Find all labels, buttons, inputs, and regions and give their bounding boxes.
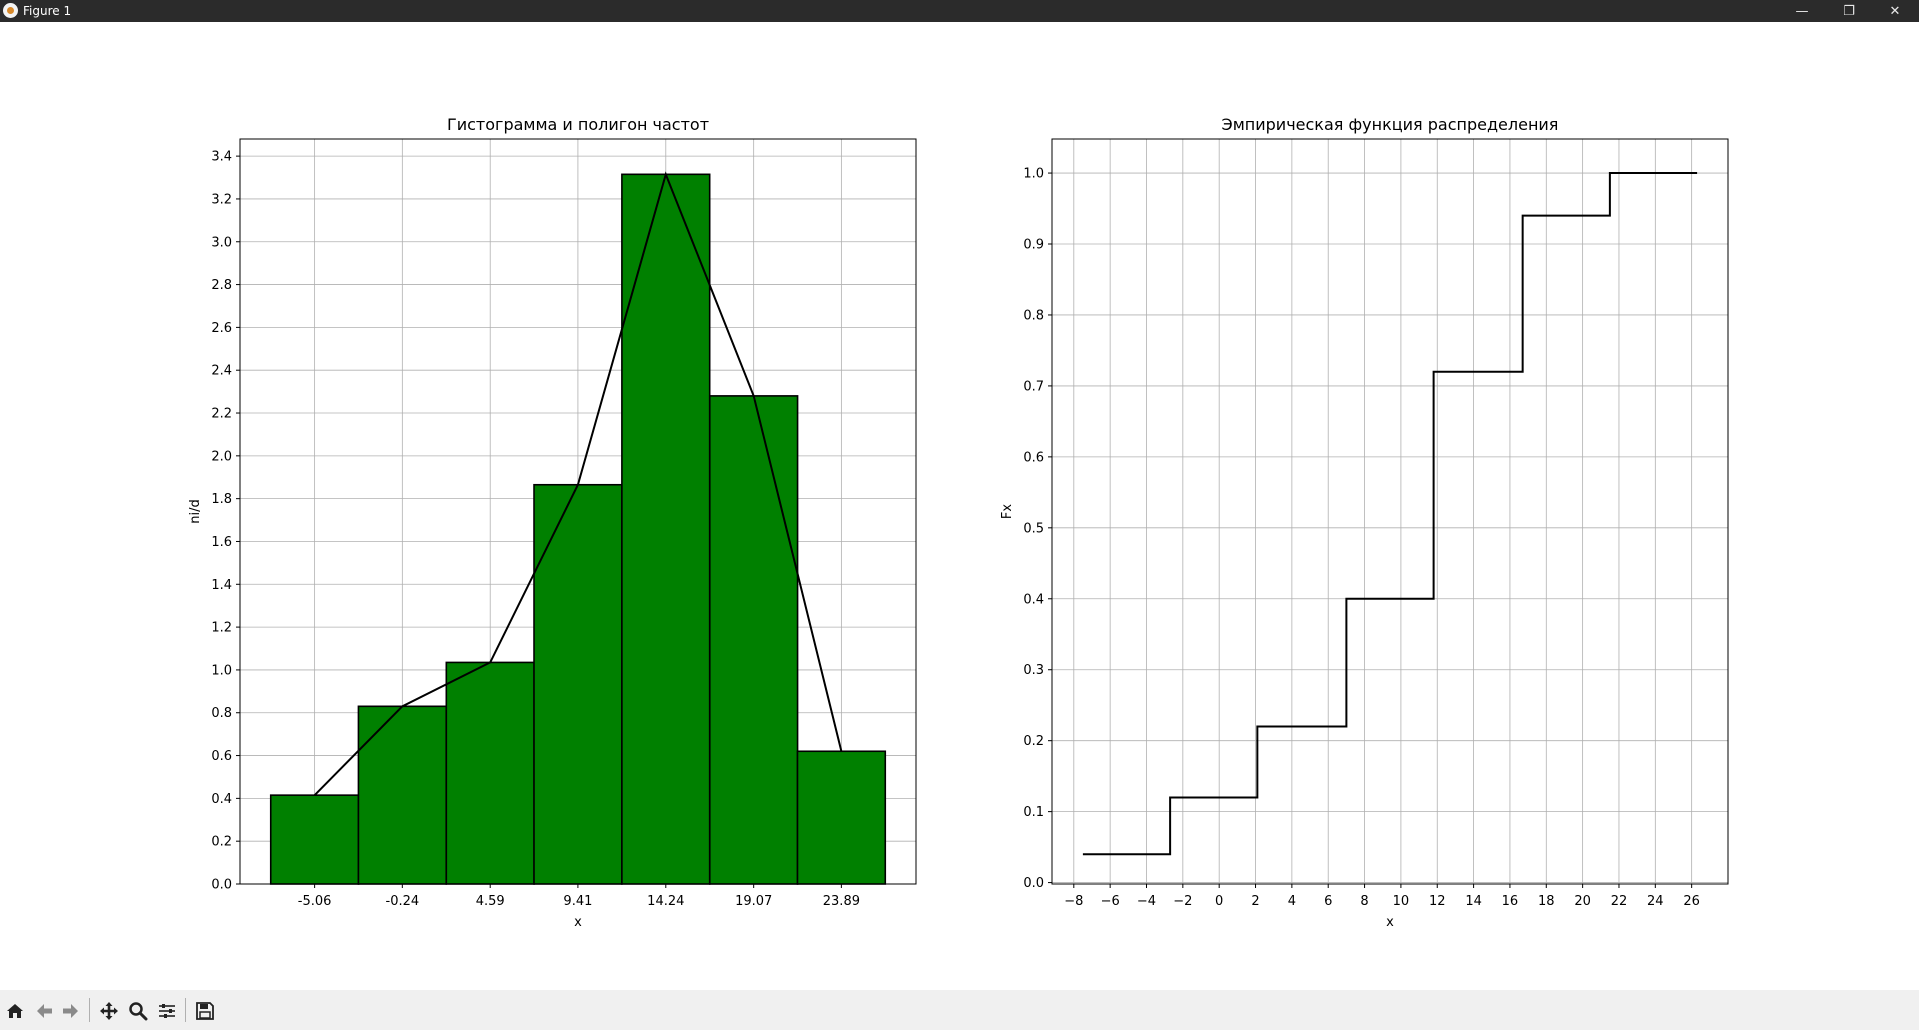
histogram-bar — [708, 395, 799, 885]
back-button[interactable] — [33, 1000, 55, 1022]
ecdf-x-tick-label: 0 — [1215, 894, 1223, 909]
hist-y-tick-label: 2.2 — [211, 407, 232, 422]
configure-subplots-button[interactable] — [156, 1000, 178, 1022]
ecdf-y-tick-label: 1.0 — [1023, 167, 1044, 182]
ecdf-x-tick-label: 14 — [1465, 894, 1482, 909]
hist-y-tick-label: 2.4 — [211, 364, 232, 379]
hist-y-tick-label: 1.6 — [211, 535, 232, 550]
hist-y-tick-label: 1.4 — [211, 578, 232, 593]
hist-y-tick-label: 2.0 — [211, 449, 232, 464]
ecdf-x-tick-label: −8 — [1064, 894, 1083, 909]
figure-canvas[interactable]: 0.0 0.2 0.4 0.6 0.8 1.0 1.2 1.4 1.6 1.8 2.0 2.2 2.4 2… — [0, 22, 1919, 990]
hist-x-tick-label: -5.06 — [298, 894, 332, 909]
histogram-bar — [796, 750, 887, 885]
ecdf-step-line — [1082, 172, 1698, 856]
ecdf-x-tick-label: −2 — [1173, 894, 1192, 909]
ecdf-x-tick-label: 18 — [1538, 894, 1555, 909]
hist-y-tick-label: 0.2 — [211, 835, 232, 850]
ecdf-x-axis-label: x — [1386, 915, 1394, 930]
histogram-bar — [269, 794, 360, 885]
hist-x-tick-label: 23.89 — [823, 894, 860, 909]
ecdf-x-tick-label: 22 — [1611, 894, 1628, 909]
ecdf-y-tick-label: 0.6 — [1023, 450, 1044, 465]
hist-title: Гистограмма и полигон частот — [447, 115, 709, 134]
ecdf-x-tick-label: 2 — [1251, 894, 1259, 909]
ecdf-y-tick-label: 0.5 — [1023, 521, 1044, 536]
hist-y-tick-label: 0.6 — [211, 749, 232, 764]
ecdf-y-tick-label: 0.2 — [1023, 734, 1044, 749]
hist-x-axis-label: x — [574, 915, 582, 930]
hist-y-tick-label: 3.2 — [211, 192, 232, 207]
hist-y-tick-label: 3.0 — [211, 235, 232, 250]
minimize-button[interactable]: — — [1780, 0, 1824, 22]
ecdf-x-tick-label: 6 — [1324, 894, 1332, 909]
hist-x-tick-label: 19.07 — [735, 894, 772, 909]
ecdf-x-tick-label: 16 — [1502, 894, 1519, 909]
toolbar-separator — [185, 998, 186, 1022]
home-button[interactable] — [4, 1000, 26, 1022]
histogram-bar — [445, 661, 535, 885]
ecdf-x-tick-label: 26 — [1683, 894, 1700, 909]
hist-y-axis-label: ni/d — [188, 499, 203, 523]
forward-button[interactable] — [60, 1000, 82, 1022]
zoom-button[interactable] — [127, 1000, 149, 1022]
hist-y-tick-label: 1.8 — [211, 492, 232, 507]
save-icon — [196, 1002, 214, 1020]
ecdf-x-tick-label: 24 — [1647, 894, 1664, 909]
configure-subplots-icon — [159, 1004, 175, 1018]
hist-x-tick-label: -0.24 — [386, 894, 420, 909]
hist-y-tick-label: 0.8 — [211, 706, 232, 721]
ecdf-y-axis-label: Fx — [1000, 504, 1015, 519]
home-icon — [7, 1004, 23, 1018]
app-icon — [3, 3, 18, 18]
histogram-bar — [533, 483, 623, 885]
hist-y-tick-label: 0.4 — [211, 792, 232, 807]
save-button[interactable] — [194, 1000, 216, 1022]
pan-icon — [100, 1002, 118, 1020]
window-titlebar: Figure 1 — ❐ ✕ — [0, 0, 1919, 22]
ecdf-y-tick-label: 0.4 — [1023, 592, 1044, 607]
ecdf-y-tick-label: 0.3 — [1023, 663, 1044, 678]
ecdf-x-tick-label: 8 — [1360, 894, 1368, 909]
hist-x-tick-label: 14.24 — [647, 894, 684, 909]
histogram-bar — [357, 705, 448, 885]
ecdf-y-tick-label: 0.8 — [1023, 308, 1044, 323]
ecdf-y-tick-label: 0.1 — [1023, 805, 1044, 820]
window-title: Figure 1 — [23, 4, 72, 18]
ecdf-axes-frame — [1051, 138, 1729, 885]
hist-x-tick-label: 4.59 — [476, 894, 505, 909]
ecdf-x-tick-label: 10 — [1393, 894, 1410, 909]
toolbar-separator — [89, 998, 90, 1022]
ecdf-x-tick-label: 4 — [1288, 894, 1296, 909]
ecdf-title: Эмпирическая функция распределения — [1222, 115, 1559, 134]
hist-y-tick-label: 1.0 — [211, 663, 232, 678]
hist-y-tick-label: 0.0 — [211, 878, 232, 893]
navigation-toolbar — [0, 990, 1919, 1030]
ecdf-x-tick-label: 20 — [1574, 894, 1591, 909]
back-arrow-icon — [37, 1004, 52, 1018]
maximize-button[interactable]: ❐ — [1827, 0, 1871, 22]
close-button[interactable]: ✕ — [1873, 0, 1917, 22]
hist-y-tick-label: 1.2 — [211, 621, 232, 636]
ecdf-x-tick-label: −4 — [1137, 894, 1156, 909]
hist-y-tick-label: 2.6 — [211, 321, 232, 336]
pan-button[interactable] — [98, 1000, 120, 1022]
ecdf-y-tick-label: 0.0 — [1023, 876, 1044, 891]
hist-y-tick-label: 2.8 — [211, 278, 232, 293]
hist-x-tick-label: 9.41 — [563, 894, 592, 909]
hist-y-tick-label: 3.4 — [211, 150, 232, 165]
ecdf-y-tick-label: 0.9 — [1023, 238, 1044, 253]
ecdf-x-tick-label: 12 — [1429, 894, 1446, 909]
ecdf-y-tick-label: 0.7 — [1023, 379, 1044, 394]
zoom-icon — [129, 1002, 148, 1021]
forward-arrow-icon — [63, 1004, 78, 1018]
ecdf-x-tick-label: −6 — [1101, 894, 1120, 909]
